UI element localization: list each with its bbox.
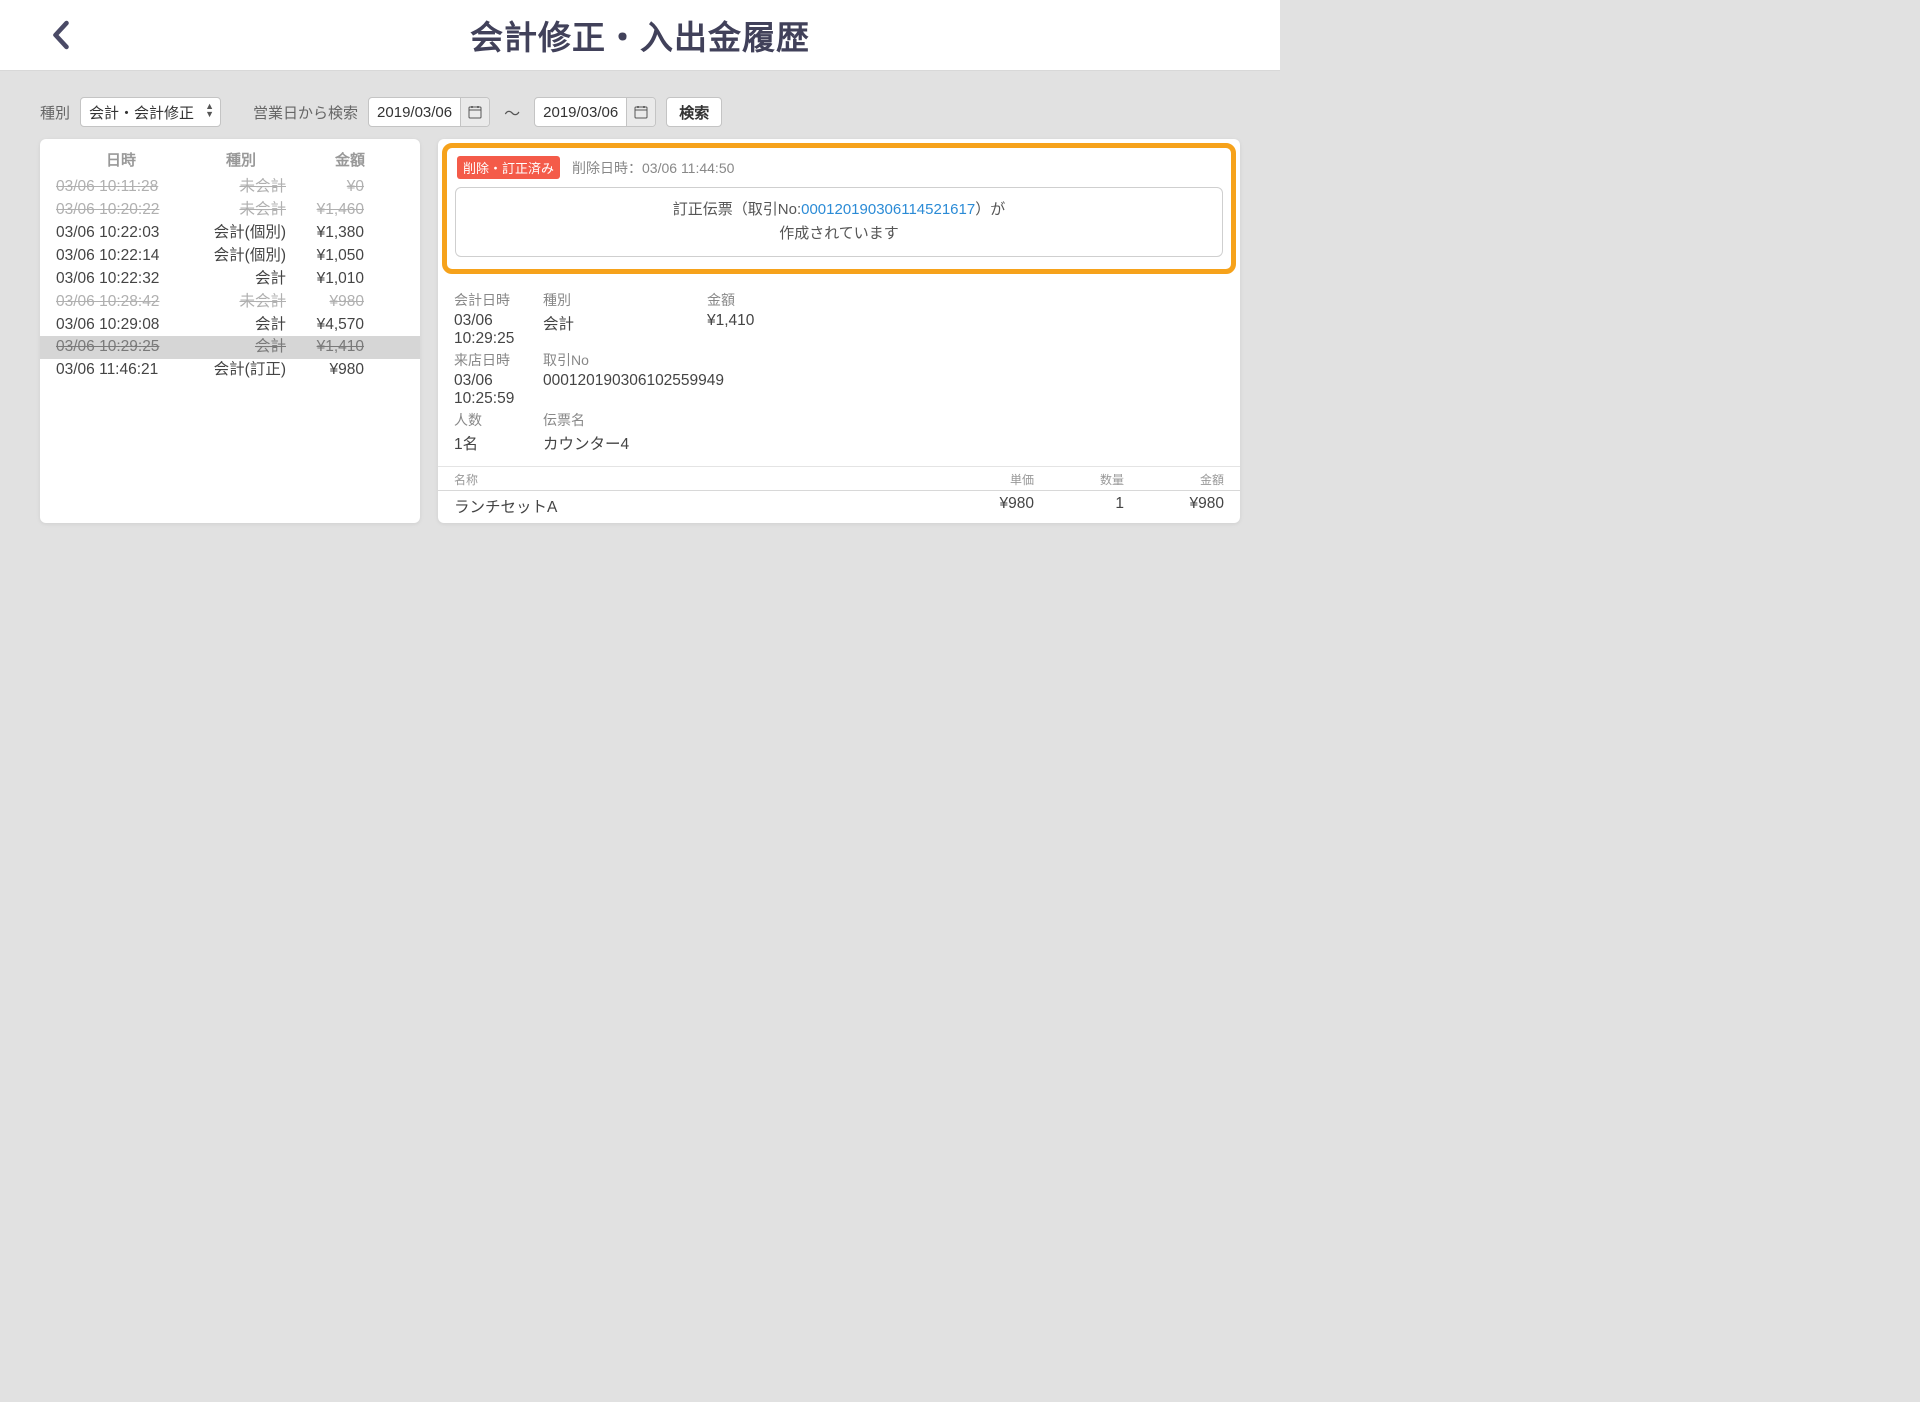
list-header: 日時 種別 金額	[40, 139, 420, 176]
col-head-amount: 金額	[296, 149, 404, 170]
row-amount: ¥1,460	[296, 200, 404, 221]
type-select[interactable]: 会計・会計修正 ▲▼	[80, 97, 221, 127]
row-date: 03/06 10:11:28	[56, 177, 186, 198]
type-select-value: 会計・会計修正	[89, 102, 194, 123]
history-row[interactable]: 03/06 10:11:28未会計¥0	[40, 176, 420, 199]
item-qty: 1	[1034, 495, 1124, 517]
row-date: 03/06 10:20:22	[56, 200, 186, 221]
value-people: 1名	[454, 432, 539, 454]
label-visit-date: 来店日時	[454, 350, 539, 370]
label-trans-no: 取引No	[543, 350, 1224, 370]
items-head-price: 単価	[934, 471, 1034, 488]
row-date: 03/06 10:22:03	[56, 223, 186, 244]
date-to-input[interactable]: 2019/03/06	[534, 97, 656, 127]
items-list: ランチセットA¥9801¥980	[438, 490, 1240, 523]
row-date: 03/06 10:22:14	[56, 246, 186, 267]
row-amount: ¥1,410	[296, 337, 404, 358]
col-head-type: 種別	[186, 149, 296, 170]
row-amount: ¥1,050	[296, 246, 404, 267]
row-date: 03/06 10:22:32	[56, 269, 186, 290]
calendar-icon[interactable]	[626, 98, 655, 126]
correction-highlight: 削除・訂正済み 削除日時：03/06 11:44:50 訂正伝票（取引No:00…	[442, 143, 1236, 274]
row-date: 03/06 10:29:25	[56, 337, 186, 358]
row-type: 未会計	[186, 177, 296, 198]
row-date: 03/06 10:29:08	[56, 315, 186, 336]
row-type: 会計	[186, 315, 296, 336]
label-type: 種別	[543, 290, 703, 310]
label-kaikei-date: 会計日時	[454, 290, 539, 310]
value-trans-no: 00012019030610255​9949	[543, 372, 1224, 390]
history-row[interactable]: 03/06 10:22:03会計(個別)¥1,380	[40, 222, 420, 245]
calendar-icon[interactable]	[460, 98, 489, 126]
correction-notice: 訂正伝票（取引No:00012019030611452​1617）が 作成されて…	[455, 187, 1223, 257]
row-amount: ¥0	[296, 177, 404, 198]
history-row[interactable]: 03/06 11:46:21会計(訂正)¥980	[40, 359, 420, 382]
row-amount: ¥1,010	[296, 269, 404, 290]
row-type: 未会計	[186, 292, 296, 313]
row-amount: ¥980	[296, 360, 404, 381]
history-row[interactable]: 03/06 10:28:42未会計¥980	[40, 291, 420, 314]
items-head-name: 名称	[454, 471, 934, 488]
row-amount: ¥1,380	[296, 223, 404, 244]
value-kaikei-date: 03/06 10:29:25	[454, 312, 539, 348]
row-amount: ¥980	[296, 292, 404, 313]
value-type: 会計	[543, 312, 703, 334]
search-button[interactable]: 検索	[666, 97, 722, 127]
notice-post: ）が	[975, 201, 1005, 218]
history-list: 03/06 10:11:28未会計¥003/06 10:20:22未会計¥1,4…	[40, 176, 420, 382]
row-type: 会計(訂正)	[186, 360, 296, 381]
date-search-label: 営業日から検索	[253, 102, 358, 123]
delete-time: 削除日時：03/06 11:44:50	[572, 158, 734, 178]
history-row[interactable]: 03/06 10:22:14会計(個別)¥1,050	[40, 245, 420, 268]
items-header: 名称 単価 数量 金額	[438, 466, 1240, 490]
row-type: 会計(個別)	[186, 223, 296, 244]
history-row[interactable]: 03/06 10:20:22未会計¥1,460	[40, 199, 420, 222]
back-button[interactable]	[50, 18, 80, 48]
correction-transaction-link[interactable]: 00012019030611452​1617	[801, 201, 975, 218]
select-arrows-icon: ▲▼	[205, 102, 214, 118]
label-people: 人数	[454, 410, 539, 430]
date-to-value: 2019/03/06	[535, 104, 626, 121]
row-type: 会計	[186, 269, 296, 290]
history-row[interactable]: 03/06 10:29:08会計¥4,570	[40, 314, 420, 337]
history-row[interactable]: 03/06 10:29:25会計¥1,410	[40, 336, 420, 359]
row-date: 03/06 10:28:42	[56, 292, 186, 313]
value-amount: ¥1,410	[707, 312, 1224, 330]
history-row[interactable]: 03/06 10:22:32会計¥1,010	[40, 268, 420, 291]
filter-bar: 種別 会計・会計修正 ▲▼ 営業日から検索 2019/03/06 〜 2019/…	[0, 71, 1280, 139]
date-from-input[interactable]: 2019/03/06	[368, 97, 490, 127]
value-slip-name: カウンター4	[543, 432, 1224, 454]
notice-pre: 訂正伝票（取引No:	[673, 201, 801, 218]
history-list-panel: 日時 種別 金額 03/06 10:11:28未会計¥003/06 10:20:…	[40, 139, 420, 523]
date-from-value: 2019/03/06	[369, 104, 460, 121]
detail-fields: 会計日時 03/06 10:29:25 種別 会計 金額 ¥1,410 来店日時…	[438, 284, 1240, 466]
label-amount: 金額	[707, 290, 1224, 310]
item-price: ¥980	[934, 495, 1034, 517]
detail-panel: 削除・訂正済み 削除日時：03/06 11:44:50 訂正伝票（取引No:00…	[438, 139, 1240, 523]
label-slip-name: 伝票名	[543, 410, 1224, 430]
header: 会計修正・入出金履歴	[0, 0, 1280, 71]
items-head-amount: 金額	[1124, 471, 1224, 488]
item-name: ランチセットA	[454, 495, 934, 517]
date-range-tilde: 〜	[500, 100, 524, 124]
items-head-qty: 数量	[1034, 471, 1124, 488]
notice-line2: 作成されています	[468, 222, 1210, 246]
value-visit-date: 03/06 10:25:59	[454, 372, 539, 408]
page-title: 会計修正・入出金履歴	[0, 11, 1280, 59]
row-date: 03/06 11:46:21	[56, 360, 186, 381]
type-label: 種別	[40, 102, 70, 123]
item-amount: ¥980	[1124, 495, 1224, 517]
row-type: 会計	[186, 337, 296, 358]
row-type: 会計(個別)	[186, 246, 296, 267]
chevron-left-icon	[50, 18, 72, 52]
col-head-date: 日時	[56, 149, 186, 170]
item-row: ランチセットA¥9801¥980	[438, 490, 1240, 523]
corrected-badge: 削除・訂正済み	[457, 156, 560, 179]
row-type: 未会計	[186, 200, 296, 221]
row-amount: ¥4,570	[296, 315, 404, 336]
